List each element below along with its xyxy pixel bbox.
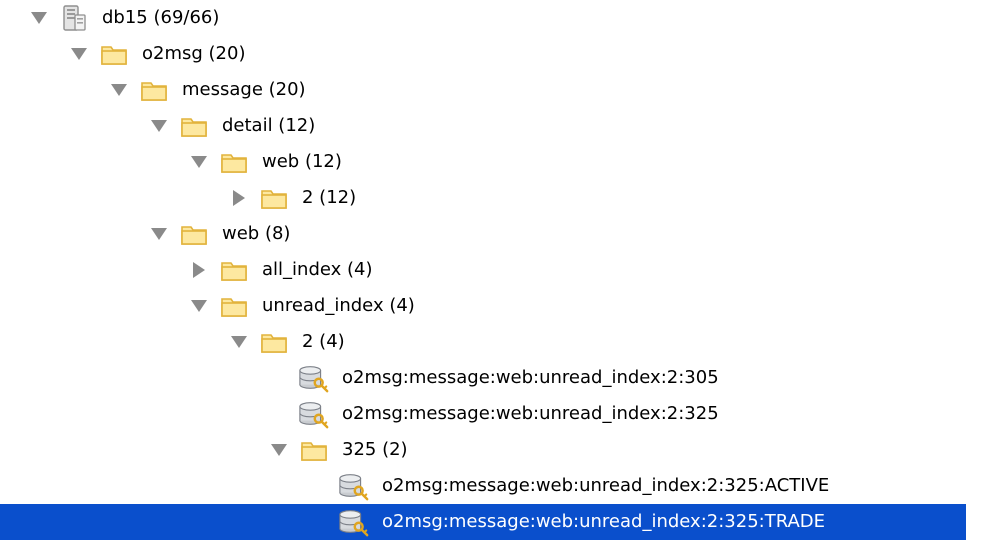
- tree-node-label: web (12): [262, 151, 342, 172]
- tree-node-label: o2msg:message:web:unread_index:2:325:ACT…: [382, 475, 830, 496]
- tree-node-detail-12[interactable]: detail (12): [0, 108, 966, 144]
- tree-node-web-12[interactable]: web (12): [0, 144, 966, 180]
- tree-node-o2msg-20[interactable]: o2msg (20): [0, 36, 966, 72]
- tree-node-2-4[interactable]: 2 (4): [0, 324, 966, 360]
- expanded-triangle-icon[interactable]: [230, 324, 248, 360]
- folder-icon: [138, 72, 170, 108]
- folder-icon: [298, 432, 330, 468]
- folder-icon: [178, 216, 210, 252]
- expanded-triangle-icon[interactable]: [190, 144, 208, 180]
- database-key-icon: [298, 360, 330, 396]
- expanded-triangle-icon[interactable]: [190, 288, 208, 324]
- tree-node-o2msg-message-web-unread-index-2-325[interactable]: o2msg:message:web:unread_index:2:325: [0, 396, 966, 432]
- tree-node-o2msg-message-web-unread-index-2-325-trade[interactable]: o2msg:message:web:unread_index:2:325:TRA…: [0, 504, 966, 540]
- tree-node-o2msg-message-web-unread-index-2-305[interactable]: o2msg:message:web:unread_index:2:305: [0, 360, 966, 396]
- tree-node-label: o2msg (20): [142, 43, 246, 64]
- folder-icon: [258, 180, 290, 216]
- expanded-triangle-icon[interactable]: [150, 216, 168, 252]
- tree-node-o2msg-message-web-unread-index-2-325-active[interactable]: o2msg:message:web:unread_index:2:325:ACT…: [0, 468, 966, 504]
- expanded-triangle-icon[interactable]: [270, 432, 288, 468]
- tree-node-label: unread_index (4): [262, 295, 415, 316]
- expanded-triangle-icon[interactable]: [150, 108, 168, 144]
- expanded-triangle-icon[interactable]: [110, 72, 128, 108]
- tree-node-label: detail (12): [222, 115, 316, 136]
- tree-node-label: web (8): [222, 223, 291, 244]
- tree-node-2-12[interactable]: 2 (12): [0, 180, 966, 216]
- folder-icon: [258, 324, 290, 360]
- expanded-triangle-icon[interactable]: [30, 0, 48, 36]
- folder-icon: [218, 252, 250, 288]
- redis-key-tree[interactable]: db15 (69/66) o2msg (20) message (20) detail…: [0, 0, 994, 546]
- tree-node-label: 2 (12): [302, 187, 357, 208]
- collapsed-triangle-icon[interactable]: [230, 180, 248, 216]
- folder-icon: [218, 144, 250, 180]
- server-icon: [58, 0, 90, 36]
- tree-node-label: message (20): [182, 79, 306, 100]
- tree-node-label: 2 (4): [302, 331, 345, 352]
- tree-node-label: all_index (4): [262, 259, 373, 280]
- tree-node-db15-69-66[interactable]: db15 (69/66): [0, 0, 966, 36]
- folder-icon: [178, 108, 210, 144]
- tree-node-message-20[interactable]: message (20): [0, 72, 966, 108]
- database-key-icon: [338, 504, 370, 540]
- database-key-icon: [338, 468, 370, 504]
- tree-node-325-2[interactable]: 325 (2): [0, 432, 966, 468]
- tree-node-all-index-4[interactable]: all_index (4): [0, 252, 966, 288]
- expanded-triangle-icon[interactable]: [70, 36, 88, 72]
- tree-node-label: o2msg:message:web:unread_index:2:305: [342, 367, 719, 388]
- collapsed-triangle-icon[interactable]: [190, 252, 208, 288]
- tree-node-label: 325 (2): [342, 439, 408, 460]
- folder-icon: [98, 36, 130, 72]
- tree-node-label: db15 (69/66): [102, 7, 220, 28]
- tree-node-label: o2msg:message:web:unread_index:2:325: [342, 403, 719, 424]
- database-key-icon: [298, 396, 330, 432]
- tree-node-unread-index-4[interactable]: unread_index (4): [0, 288, 966, 324]
- tree-node-label: o2msg:message:web:unread_index:2:325:TRA…: [382, 511, 826, 532]
- tree-node-web-8[interactable]: web (8): [0, 216, 966, 252]
- folder-icon: [218, 288, 250, 324]
